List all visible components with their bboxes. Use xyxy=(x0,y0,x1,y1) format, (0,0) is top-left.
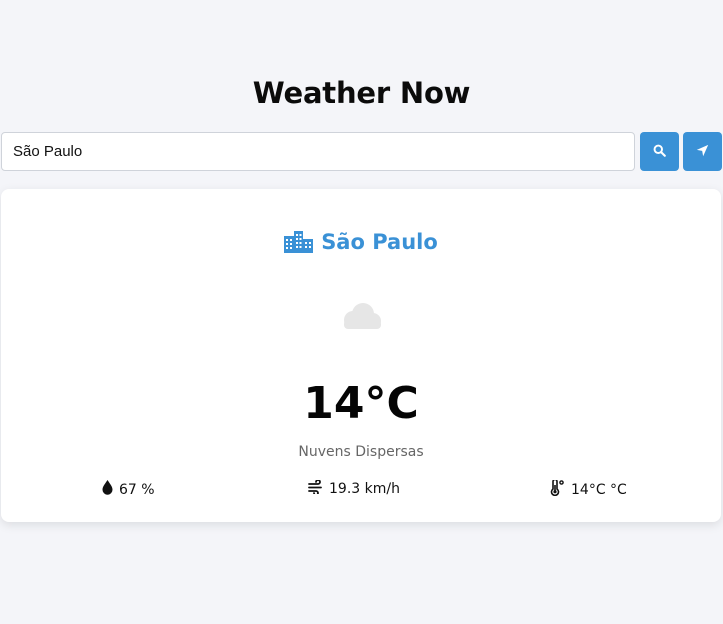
wind-icon xyxy=(308,479,329,498)
city-name: São Paulo xyxy=(321,230,438,254)
use-location-button[interactable] xyxy=(683,132,722,171)
droplet-icon xyxy=(102,480,119,499)
search-bar xyxy=(1,132,722,171)
city-heading: São Paulo xyxy=(1,230,721,254)
thermometer-icon xyxy=(550,478,571,500)
weather-card: São Paulo 14°C Nuvens Dispersas 67 % 19.… xyxy=(1,189,721,522)
feels-like-stat: 14°C °C xyxy=(550,478,627,500)
city-search-input[interactable] xyxy=(1,132,635,171)
feels-like-value: 14°C °C xyxy=(571,482,627,498)
city-icon xyxy=(284,231,314,253)
page-title: Weather Now xyxy=(252,76,471,110)
search-button[interactable] xyxy=(640,132,679,171)
location-arrow-icon xyxy=(696,144,709,160)
weather-description: Nuvens Dispersas xyxy=(298,444,424,460)
wind-stat: 19.3 km/h xyxy=(308,479,400,498)
wind-value: 19.3 km/h xyxy=(329,481,400,497)
humidity-value: 67 % xyxy=(119,481,155,498)
search-icon xyxy=(653,144,666,160)
humidity-stat: 67 % xyxy=(102,480,155,499)
cloud-icon xyxy=(338,301,384,331)
temperature: 14°C xyxy=(303,378,419,429)
